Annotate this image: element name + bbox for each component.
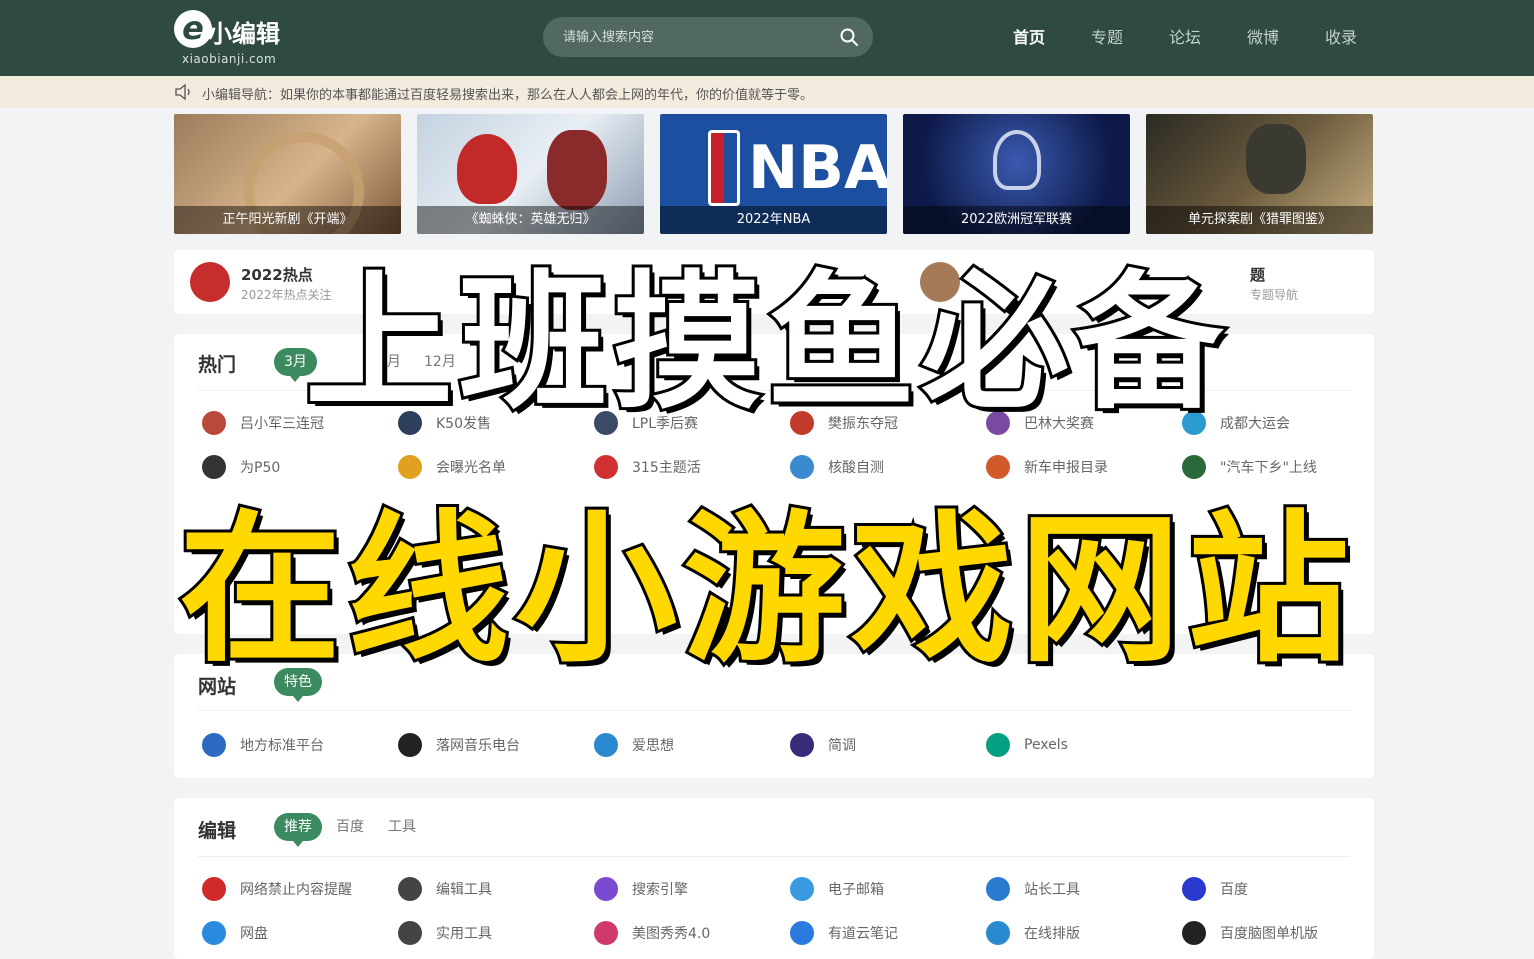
item-label: 简调 [828, 738, 856, 754]
item-icon [1182, 921, 1206, 945]
item-label: 编辑工具 [436, 882, 492, 898]
notice-text: 小编辑导航：如果你的本事都能通过百度轻易搜索出来，那么在人人都会上网的年代，你的… [202, 88, 814, 103]
list-item[interactable]: 站长工具 [986, 876, 1080, 902]
nav-weibo[interactable]: 微博 [1224, 24, 1302, 48]
banner-row: 正午阳光新剧《开端》 《蜘蛛侠：英雄无归》 NBA 2022年NBA 2022欧… [174, 114, 1374, 234]
speaker-icon [175, 84, 190, 100]
banner-ucl[interactable]: 2022欧洲冠军联赛 [903, 114, 1130, 234]
list-item[interactable]: 简调 [790, 732, 856, 758]
item-icon [594, 733, 618, 757]
item-icon [398, 877, 422, 901]
item-label: Pexels [1024, 737, 1068, 753]
notice-bar: 小编辑导航：如果你的本事都能通过百度轻易搜索出来，那么在人人都会上网的年代，你的… [0, 76, 1534, 108]
logo-domain: xiaobianji.com [182, 52, 277, 66]
item-label: 网络禁止内容提醒 [240, 882, 352, 898]
list-item[interactable]: 编辑工具 [398, 876, 492, 902]
item-icon [594, 877, 618, 901]
item-icon [986, 733, 1010, 757]
item-label: 百度 [1220, 882, 1248, 898]
item-label: 网盘 [240, 926, 268, 942]
nav-topics[interactable]: 专题 [1068, 24, 1146, 48]
banner-spiderman[interactable]: 《蜘蛛侠：英雄无归》 [417, 114, 644, 234]
item-icon [594, 921, 618, 945]
item-label: 地方标准平台 [240, 738, 324, 754]
list-item[interactable]: 在线排版 [986, 920, 1080, 946]
item-icon [398, 921, 422, 945]
item-label: 爱思想 [632, 738, 674, 754]
search-input[interactable] [563, 25, 833, 49]
item-label: 美图秀秀4.0 [632, 926, 711, 942]
logo-mark: e [174, 10, 212, 48]
list-item[interactable]: 网络禁止内容提醒 [202, 876, 352, 902]
search-box [543, 17, 873, 57]
banner-kaiduan[interactable]: 正午阳光新剧《开端》 [174, 114, 401, 234]
divider [198, 710, 1350, 711]
list-item[interactable]: 搜索引擎 [594, 876, 688, 902]
list-item[interactable]: 美图秀秀4.0 [594, 920, 710, 946]
list-item[interactable]: 电子邮箱 [790, 876, 884, 902]
item-icon [790, 921, 814, 945]
editor-card: 编辑 推荐 百度 工具 网络禁止内容提醒 编辑工具 搜索引擎 电子邮箱 站长工具… [174, 798, 1374, 959]
overlay-subheadline: 在线小游戏网站 [176, 494, 1355, 688]
nav-home[interactable]: 首页 [990, 24, 1068, 48]
main-nav: 首页 专题 论坛 微博 收录 [990, 24, 1380, 48]
item-icon [790, 877, 814, 901]
tab-recommended[interactable]: 推荐 [274, 813, 322, 847]
list-item[interactable]: Pexels [986, 732, 1068, 758]
search-icon[interactable] [839, 27, 859, 47]
item-label: 在线排版 [1024, 926, 1080, 942]
item-label: 百度脑图单机版 [1220, 926, 1318, 942]
nav-forum[interactable]: 论坛 [1146, 24, 1224, 48]
item-icon [202, 877, 226, 901]
nav-submit[interactable]: 收录 [1302, 24, 1380, 48]
list-item[interactable]: 有道云笔记 [790, 920, 898, 946]
item-icon [202, 733, 226, 757]
list-item[interactable]: 实用工具 [398, 920, 492, 946]
item-label: 落网音乐电台 [436, 738, 520, 754]
item-label: 搜索引擎 [632, 882, 688, 898]
list-item[interactable]: 爱思想 [594, 732, 674, 758]
section-title: 编辑 [198, 820, 237, 842]
list-item[interactable]: 网盘 [202, 920, 268, 946]
divider [198, 856, 1350, 857]
banner-liezui[interactable]: 单元探案剧《猎罪图鉴》 [1146, 114, 1373, 234]
item-icon [986, 921, 1010, 945]
item-icon [202, 921, 226, 945]
item-label: 实用工具 [436, 926, 492, 942]
item-icon [986, 877, 1010, 901]
list-item[interactable]: 落网音乐电台 [398, 732, 520, 758]
list-item[interactable]: 百度 [1182, 876, 1248, 902]
logo-text: 小编辑 [208, 20, 280, 48]
item-icon [1182, 877, 1206, 901]
item-label: 有道云笔记 [828, 926, 898, 942]
overlay-headline: 上班摸鱼必备 [302, 254, 1229, 432]
item-icon [398, 733, 422, 757]
banner-nba[interactable]: NBA 2022年NBA [660, 114, 887, 234]
item-label: 电子邮箱 [828, 882, 884, 898]
top-header: e 小编辑 xiaobianji.com 首页 专题 论坛 微博 收录 [0, 0, 1534, 76]
site-logo[interactable]: e 小编辑 xiaobianji.com [174, 10, 314, 68]
item-icon [790, 733, 814, 757]
list-item[interactable]: 百度脑图单机版 [1182, 920, 1318, 946]
tab-baidu[interactable]: 百度 [336, 813, 364, 841]
tab-tools[interactable]: 工具 [388, 813, 416, 841]
list-item[interactable]: 地方标准平台 [202, 732, 324, 758]
item-label: 站长工具 [1024, 882, 1080, 898]
